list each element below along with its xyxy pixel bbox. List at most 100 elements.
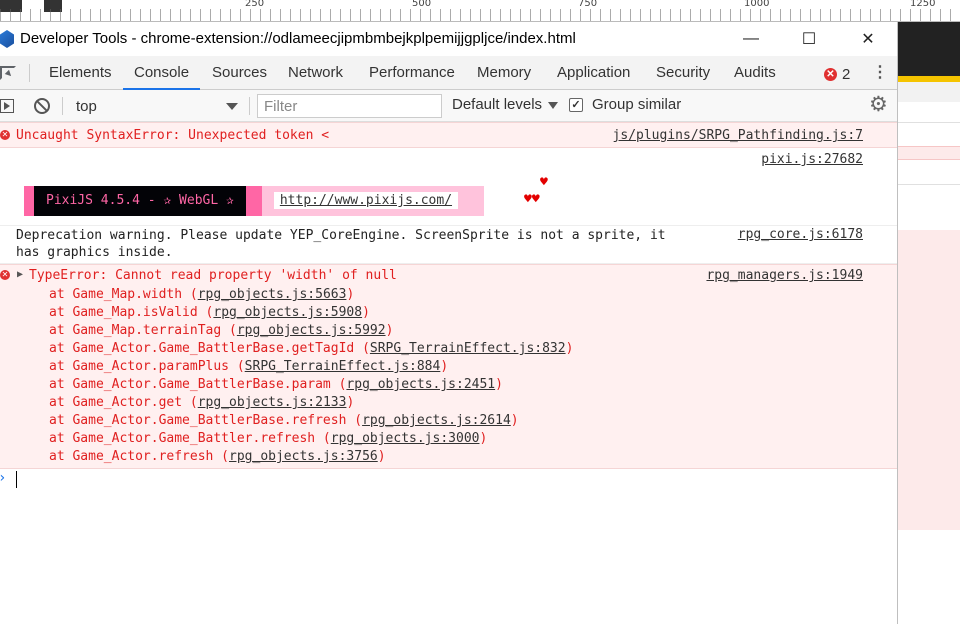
devtools-window: Developer Tools - chrome-extension://odl… [0, 22, 898, 624]
stack-source-link[interactable]: rpg_objects.js:5992 [237, 323, 386, 338]
tab-application[interactable]: Application [557, 56, 630, 90]
console-message: pixi.js:27682 PixiJS 4.5.4 - ✰ WebGL ✰ h… [0, 148, 897, 226]
stack-function: at Game_Map.terrainTag ( [49, 323, 237, 338]
group-similar-label: Group similar [592, 96, 682, 113]
toolbar-separator [62, 97, 63, 115]
stack-function: at Game_Actor.Game_BattlerBase.param ( [49, 377, 347, 392]
ruler-mark: 500 [412, 0, 432, 9]
context-selector[interactable]: top [68, 94, 242, 118]
toolbar-separator [249, 97, 250, 115]
stack-frame: at Game_Actor.refresh (rpg_objects.js:37… [49, 448, 573, 466]
console-output: ✕ Uncaught SyntaxError: Unexpected token… [0, 122, 897, 624]
stack-function: at Game_Actor.get ( [49, 395, 198, 410]
stack-function: at Game_Actor.Game_BattlerBase.refresh ( [49, 413, 363, 428]
stack-source-link[interactable]: rpg_objects.js:3756 [229, 449, 378, 464]
pixi-url-link[interactable]: http://www.pixijs.com/ [273, 192, 459, 209]
pixi-banner: PixiJS 4.5.4 - ✰ WebGL ✰ http://www.pixi… [24, 186, 484, 216]
error-icon: ✕ [0, 130, 10, 140]
more-options-icon[interactable]: ⋮ [872, 64, 888, 82]
source-link[interactable]: rpg_core.js:6178 [738, 227, 863, 242]
inspect-element-icon[interactable] [0, 66, 16, 80]
chevron-down-icon [226, 103, 238, 110]
stack-source-link[interactable]: rpg_objects.js:3000 [331, 431, 480, 446]
error-icon: ✕ [824, 67, 837, 81]
stack-source-link[interactable]: SRPG_TerrainEffect.js:884 [245, 359, 441, 374]
tab-security[interactable]: Security [656, 56, 710, 90]
tab-console[interactable]: Console [123, 56, 201, 90]
close-button[interactable]: ✕ [845, 26, 891, 52]
stack-source-link[interactable]: rpg_objects.js:2451 [346, 377, 495, 392]
message-text: Deprecation warning. Please update YEP_C… [16, 227, 666, 261]
stack-paren: ) [362, 305, 370, 320]
stack-frame: at Game_Actor.paramPlus (SRPG_TerrainEff… [49, 358, 573, 376]
background-header [898, 22, 960, 78]
tab-elements[interactable]: Elements [49, 56, 112, 90]
banner-stripe [245, 186, 262, 216]
gear-icon[interactable]: ⚙ [869, 94, 888, 116]
log-levels-label: Default levels [452, 96, 543, 113]
title-bar[interactable]: Developer Tools - chrome-extension://odl… [0, 22, 897, 56]
ruler-mark: 750 [578, 0, 598, 9]
console-message: Deprecation warning. Please update YEP_C… [0, 226, 897, 264]
stack-frame: at Game_Actor.Game_BattlerBase.refresh (… [49, 412, 573, 430]
source-link[interactable]: js/plugins/SRPG_Pathfinding.js:7 [613, 128, 863, 143]
show-sidebar-icon[interactable] [0, 99, 14, 113]
stack-frame: at Game_Actor.Game_BattlerBase.param (rp… [49, 376, 573, 394]
message-line: Deprecation warning. Please update YEP_C… [16, 228, 666, 243]
source-link[interactable]: pixi.js:27682 [761, 152, 863, 167]
error-count-badge[interactable]: ✕ 2 [824, 65, 851, 83]
stack-paren: ) [479, 431, 488, 446]
stack-paren: ) [565, 341, 574, 356]
message-text: Uncaught SyntaxError: Unexpected token < [16, 128, 330, 143]
stack-source-link[interactable]: rpg_objects.js:5663 [198, 287, 347, 302]
stack-source-link[interactable]: rpg_objects.js:2614 [362, 413, 511, 428]
background-bar [898, 82, 960, 102]
stack-source-link[interactable]: rpg_objects.js:5908 [213, 305, 362, 320]
filter-input[interactable] [257, 94, 442, 118]
ruler-ticks [0, 9, 960, 21]
stack-function: at Game_Actor.refresh ( [49, 449, 230, 464]
ruler-mark: 1250 [910, 0, 936, 9]
stack-paren: ) [510, 413, 519, 428]
heart-icon: ♥ [540, 175, 548, 190]
text-caret [16, 471, 17, 488]
panel-tab-bar: Elements Console Sources Network Perform… [0, 56, 897, 90]
clear-console-icon[interactable] [34, 98, 50, 114]
stack-paren: ) [385, 323, 394, 338]
message-line: has graphics inside. [16, 245, 173, 260]
tab-network[interactable]: Network [288, 56, 343, 90]
ruler-mark: 1000 [744, 0, 770, 9]
stack-frame: at Game_Map.width (rpg_objects.js:5663) [49, 286, 573, 304]
tab-audits[interactable]: Audits [734, 56, 776, 90]
stack-function: at Game_Actor.Game_Battler.refresh ( [49, 431, 331, 446]
tab-performance[interactable]: Performance [369, 56, 455, 90]
expand-triangle-icon[interactable]: ▶ [17, 269, 23, 280]
stack-function: at Game_Map.isValid ( [49, 305, 214, 320]
console-message: ✕ ▶ TypeError: Cannot read property 'wid… [0, 264, 897, 469]
background-divider [898, 184, 960, 185]
stack-paren: ) [495, 377, 503, 392]
group-similar-checkbox[interactable]: ✓ [569, 98, 583, 112]
background-error-block [898, 230, 960, 530]
maximize-button[interactable]: ☐ [786, 26, 832, 52]
background-error-row [898, 146, 960, 160]
stack-frame: at Game_Actor.Game_Battler.refresh (rpg_… [49, 430, 573, 448]
stack-source-link[interactable]: SRPG_TerrainEffect.js:832 [370, 341, 566, 356]
error-count: 2 [842, 65, 851, 83]
console-prompt[interactable]: › [0, 468, 897, 490]
tab-separator [29, 64, 30, 82]
console-message: ✕ Uncaught SyntaxError: Unexpected token… [0, 122, 897, 148]
log-levels-dropdown[interactable]: Default levels [452, 96, 559, 113]
stack-frame: at Game_Map.terrainTag (rpg_objects.js:5… [49, 322, 573, 340]
minimize-button[interactable]: — [728, 26, 774, 52]
error-icon: ✕ [0, 270, 10, 280]
tab-memory[interactable]: Memory [477, 56, 531, 90]
tab-sources[interactable]: Sources [212, 56, 267, 90]
stack-source-link[interactable]: rpg_objects.js:2133 [198, 395, 347, 410]
background-page [898, 22, 960, 624]
stack-paren: ) [346, 287, 355, 302]
stack-trace: at Game_Map.width (rpg_objects.js:5663) a… [49, 286, 573, 466]
prompt-chevron-icon: › [0, 470, 6, 486]
source-link[interactable]: rpg_managers.js:1949 [706, 268, 863, 283]
heart-icon: ♥♥ [524, 192, 540, 207]
